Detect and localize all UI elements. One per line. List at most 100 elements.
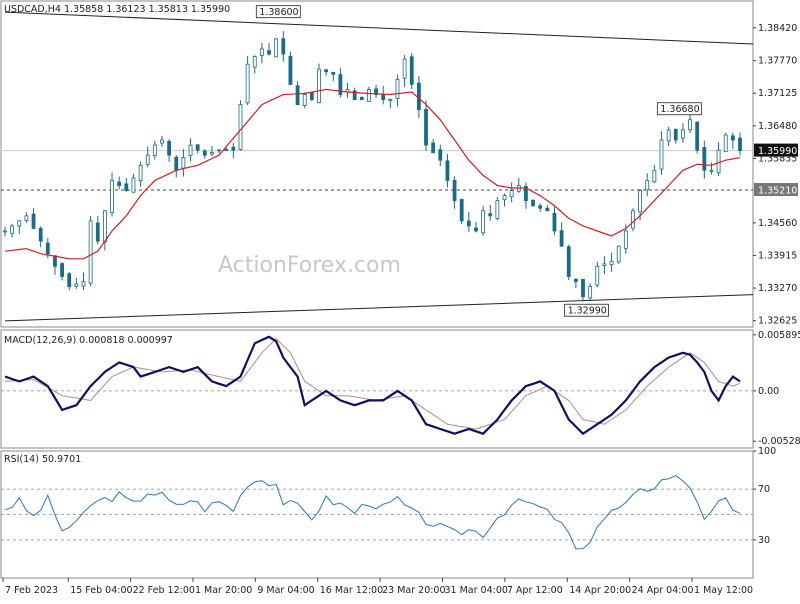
rsi-header: RSI(14) 50.9701 bbox=[4, 454, 81, 465]
watermark: ActionForex.com bbox=[218, 253, 401, 278]
candle-body bbox=[481, 210, 486, 234]
candle-body bbox=[210, 152, 214, 155]
candle-body bbox=[302, 94, 307, 106]
macd-tick-label: 0.005895 bbox=[758, 330, 800, 341]
candle-body bbox=[623, 230, 628, 249]
candle-body bbox=[495, 200, 500, 220]
candle-body bbox=[681, 129, 685, 139]
candle-body bbox=[716, 149, 721, 174]
forex-chart: USDCAD,H4 1.35858 1.36123 1.35813 1.3599… bbox=[0, 0, 800, 600]
candle-body bbox=[466, 220, 471, 227]
macd-header: MACD(12,26,9) 0.000818 0.000997 bbox=[4, 335, 173, 346]
x-tick-label: 23 Mar 20:00 bbox=[382, 585, 445, 596]
candle-body bbox=[181, 157, 186, 169]
rsi-tick-label: 30 bbox=[758, 535, 770, 546]
candle-body bbox=[45, 242, 50, 255]
x-tick-label: 9 Mar 04:00 bbox=[257, 585, 314, 596]
price-tick-label: 1.37125 bbox=[758, 88, 797, 99]
candle-body bbox=[388, 99, 393, 101]
candle-body bbox=[595, 265, 600, 286]
candle-body bbox=[438, 149, 443, 161]
candle-body bbox=[38, 228, 43, 242]
candle-body bbox=[709, 169, 714, 172]
candle-body bbox=[552, 213, 557, 232]
candle-body bbox=[431, 142, 436, 154]
x-tick-label: 15 Feb 04:00 bbox=[70, 585, 132, 596]
candle-body bbox=[502, 195, 507, 201]
candle-body bbox=[10, 225, 15, 234]
candle-body bbox=[81, 281, 86, 287]
candle-body bbox=[381, 93, 386, 100]
candle-body bbox=[702, 147, 707, 171]
candle-body bbox=[730, 135, 735, 141]
candle-body bbox=[402, 58, 407, 79]
candle-body bbox=[695, 121, 700, 151]
chart-background bbox=[0, 0, 800, 600]
candle-body bbox=[616, 245, 621, 263]
candle-body bbox=[666, 129, 671, 142]
candle-body bbox=[67, 273, 72, 287]
candle-body bbox=[609, 260, 614, 265]
rsi-tick-label: 100 bbox=[758, 446, 776, 457]
candle-body bbox=[245, 63, 250, 104]
candle-body bbox=[288, 55, 293, 85]
support-marker-label: 1.35210 bbox=[758, 186, 797, 197]
price-tick-label: 1.34560 bbox=[758, 218, 797, 229]
x-tick-label: 14 Apr 20:00 bbox=[569, 585, 631, 596]
candle-body bbox=[274, 38, 279, 58]
candle-body bbox=[631, 210, 635, 229]
candle-body bbox=[295, 85, 300, 106]
candle-body bbox=[160, 139, 164, 144]
candle-body bbox=[259, 48, 264, 56]
candle-body bbox=[395, 78, 400, 99]
annotation-label: 1.32990 bbox=[568, 306, 607, 317]
x-tick-label: 1 Mar 20:00 bbox=[195, 585, 252, 596]
candle-body bbox=[188, 144, 193, 156]
candle-body bbox=[452, 180, 457, 202]
candle-body bbox=[688, 119, 692, 131]
candle-body bbox=[145, 154, 150, 165]
rsi-tick-label: 70 bbox=[758, 484, 770, 495]
candle-body bbox=[3, 230, 7, 233]
candle-body bbox=[445, 160, 450, 181]
candle-body bbox=[659, 139, 664, 170]
candle-body bbox=[60, 263, 64, 277]
x-tick-label: 16 Mar 12:00 bbox=[320, 585, 383, 596]
candle-body bbox=[309, 92, 314, 100]
macd-tick-label: 0.00 bbox=[758, 386, 779, 397]
candle-body bbox=[317, 68, 321, 103]
candle-body bbox=[573, 278, 578, 282]
candle-body bbox=[238, 104, 243, 150]
annotation-label: 1.36680 bbox=[660, 104, 699, 115]
candle-body bbox=[224, 149, 229, 151]
candle-body bbox=[74, 283, 79, 287]
candle-body bbox=[138, 164, 143, 182]
candle-body bbox=[281, 38, 286, 55]
candle-body bbox=[117, 181, 122, 186]
x-tick-label: 22 Feb 12:00 bbox=[133, 585, 195, 596]
candle-body bbox=[673, 129, 678, 141]
candle-body bbox=[331, 71, 336, 75]
candle-body bbox=[131, 177, 136, 193]
candle-body bbox=[602, 263, 607, 266]
x-tick-label: 1 May 12:00 bbox=[694, 585, 753, 596]
candle-body bbox=[531, 199, 535, 207]
candle-body bbox=[588, 286, 593, 299]
candle-body bbox=[95, 222, 100, 242]
candle-body bbox=[217, 149, 221, 152]
candle-body bbox=[559, 230, 564, 247]
candle-body bbox=[538, 205, 543, 209]
x-tick-label: 24 Apr 04:00 bbox=[632, 585, 694, 596]
candle-body bbox=[174, 156, 179, 171]
candle-body bbox=[103, 210, 107, 243]
candle-body bbox=[152, 144, 157, 156]
candle-body bbox=[124, 183, 129, 191]
last-price-marker-label: 1.35990 bbox=[758, 146, 797, 157]
price-tick-label: 1.38420 bbox=[758, 23, 797, 34]
candle-body bbox=[723, 134, 728, 153]
candle-body bbox=[167, 141, 172, 156]
candle-body bbox=[581, 278, 585, 298]
price-tick-label: 1.37770 bbox=[758, 56, 797, 67]
candle-body bbox=[88, 220, 93, 284]
candle-body bbox=[202, 150, 207, 156]
